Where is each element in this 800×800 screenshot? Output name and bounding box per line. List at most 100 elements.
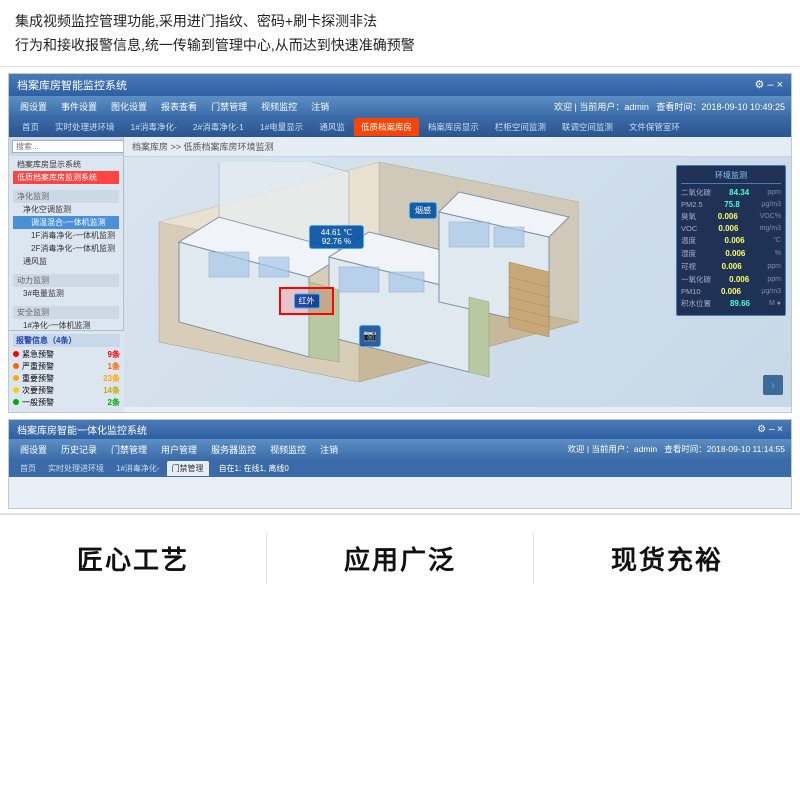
- sys2-tab-home[interactable]: 首页: [15, 461, 41, 476]
- nav-events[interactable]: 事件设置: [56, 98, 102, 115]
- minor-dot: [13, 387, 19, 393]
- bubble-humidity: 92.76 %: [315, 237, 358, 246]
- intro-line2: 行为和接收报警信息,统一传输到管理中心,从而达到快速准确预警: [15, 34, 785, 58]
- env-water-unit: M ●: [769, 300, 781, 307]
- env-panel-title: 环境监测: [681, 170, 781, 184]
- sys2-title: 档案库房智能一体化监控系统: [17, 422, 147, 437]
- alarm-row-critical: 紧急预警 9条: [13, 349, 120, 360]
- env-co-unit: ppm: [767, 276, 781, 283]
- sidebar-item-power3[interactable]: 3#电量监测: [13, 287, 119, 300]
- env-row-humidity: 湿度 0.006 %: [681, 248, 781, 259]
- sidebar-item-vent[interactable]: 通风监: [13, 255, 119, 268]
- alarm-important-count: 23条: [103, 373, 120, 384]
- nav-visual[interactable]: 图化设置: [106, 98, 152, 115]
- left-sidebar: 档案库房显示系统 低质档案库房监测系统 净化监测 净化空调监测 调温混合-一体机…: [9, 137, 124, 407]
- next-chevron[interactable]: ›: [763, 375, 783, 395]
- sidebar-item-lowq[interactable]: 低质档案库房监测系统: [13, 171, 119, 184]
- env-ozone-value: 0.006: [718, 212, 738, 221]
- brand-text-2: 应用广泛: [344, 540, 456, 577]
- tab-purify2[interactable]: 2#消毒净化-1: [186, 118, 251, 136]
- search-input[interactable]: [12, 140, 124, 153]
- nav2-users[interactable]: 用户管理: [156, 441, 202, 458]
- tab-realtime[interactable]: 实时处理进环境: [48, 118, 122, 136]
- alarm-row-general: 一般预警 2条: [13, 397, 120, 407]
- nav2-door[interactable]: 门禁管理: [106, 441, 152, 458]
- nav2-logout[interactable]: 注销: [315, 441, 343, 458]
- brand-item-instock: 现货充裕: [534, 540, 800, 577]
- env-temp-value: 0.006: [725, 236, 745, 245]
- critical-dot: [13, 351, 19, 357]
- gear-icon[interactable]: ⚙: [754, 79, 764, 91]
- main-content-area: 档案库房显示系统 低质档案库房监测系统 净化监测 净化空调监测 调温混合-一体机…: [9, 137, 791, 407]
- env-pm25-unit: μg/m3: [761, 201, 781, 208]
- minus-icon-2[interactable]: –: [769, 424, 777, 435]
- env-row-ozone: 臭氧 0.006 VOC%: [681, 211, 781, 222]
- screenshot-1: 档案库房智能监控系统 ⚙ – × 阁设置 事件设置 图化设置 报表查看 门禁管理…: [8, 73, 792, 413]
- alarm-section: 报警信息（4条） 紧急预警 9条 严重预警 1条 重要预警 23条: [9, 330, 124, 407]
- nav-logout[interactable]: 注销: [306, 98, 334, 115]
- tab-vent[interactable]: 通风监: [312, 118, 352, 136]
- nav2-server[interactable]: 服务器监控: [206, 441, 261, 458]
- env-voc-label: VOC: [681, 224, 697, 233]
- sidebar-section-power: 动力监测 3#电量监测: [9, 270, 123, 302]
- bubble-smoke: 烟感: [409, 202, 437, 219]
- tab-shelf[interactable]: 栏柜空间监测: [488, 118, 553, 136]
- sidebar-item-mix[interactable]: 调温混合-一体机监测: [13, 216, 119, 229]
- nav-video[interactable]: 视频监控: [256, 98, 302, 115]
- tab-home[interactable]: 首页: [15, 118, 46, 136]
- env-co-label: 一氧化碳: [681, 274, 711, 285]
- alarm-severe-count: 1条: [108, 361, 120, 372]
- tab-display[interactable]: 档案库房显示: [421, 118, 486, 136]
- brand-item-craftsmanship: 匠心工艺: [0, 540, 266, 577]
- sys2-tab-realtime[interactable]: 实时处理进环境: [43, 461, 109, 476]
- tab-file[interactable]: 文件保管室环: [622, 118, 687, 136]
- env-row-voc: VOC 0.006 mg/m3: [681, 224, 781, 233]
- sidebar-item-2f[interactable]: 2F消毒净化-一体机监测: [13, 242, 119, 255]
- nav2-history[interactable]: 历史记录: [56, 441, 102, 458]
- nav-report[interactable]: 报表查看: [156, 98, 202, 115]
- brand-section: 匠心工艺 应用广泛 现货充裕: [0, 513, 800, 603]
- nav-door[interactable]: 门禁管理: [206, 98, 252, 115]
- nav2-settings[interactable]: 阁设置: [15, 441, 52, 458]
- env-co-value: 0.006: [729, 275, 749, 284]
- env-pm10-value: 0.006: [721, 287, 741, 296]
- sidebar-item-1f[interactable]: 1F消毒净化-一体机监测: [13, 229, 119, 242]
- right-content: 档案库房 >> 低质档案库房环境监测: [124, 137, 791, 407]
- sidebar-section-purify: 净化监测 净化空调监测 调温混合-一体机监测 1F消毒净化-一体机监测 2F消毒…: [9, 186, 123, 270]
- sidebar-title-power: 动力监测: [13, 274, 119, 287]
- tab-lowquality[interactable]: 低质档案库房: [354, 118, 419, 136]
- minus-icon[interactable]: –: [767, 79, 776, 91]
- close-icon-2[interactable]: ×: [777, 424, 783, 435]
- sys2-tab-door[interactable]: 门禁管理: [167, 461, 209, 476]
- env-pm25-value: 75.8: [724, 200, 740, 209]
- gear-icon-2[interactable]: ⚙: [757, 424, 766, 435]
- tab-purify1[interactable]: 1#消毒净化-: [124, 118, 184, 136]
- env-row-visible: 可视 0.006 ppm: [681, 261, 781, 272]
- env-pm25-label: PM2.5: [681, 200, 703, 209]
- tab-union[interactable]: 联调空间监测: [555, 118, 620, 136]
- env-vis-unit: ppm: [767, 263, 781, 270]
- sidebar-title-security: 安全监测: [13, 306, 119, 319]
- sidebar-item-display-system[interactable]: 档案库房显示系统: [13, 158, 119, 171]
- sys1-controls: ⚙ – ×: [754, 78, 783, 91]
- alarm-row-important: 重要预警 23条: [13, 373, 120, 384]
- env-ozone-label: 臭氧: [681, 211, 696, 222]
- bubble-temp: 44.61 ℃: [315, 228, 358, 237]
- general-dot: [13, 399, 19, 405]
- nav2-video[interactable]: 视频监控: [265, 441, 311, 458]
- sys1-topnav: 阁设置 事件设置 图化设置 报表查看 门禁管理 视频监控 注销 欢迎 | 当前用…: [9, 96, 791, 117]
- tab-power[interactable]: 1#电量显示: [253, 118, 310, 136]
- brand-text-1: 匠心工艺: [77, 540, 189, 577]
- alarm-minor-label: 次要预警: [22, 385, 54, 396]
- breadcrumb: 档案库房 >> 低质档案库房环境监测: [124, 137, 791, 157]
- sys2-titlebar: 档案库房智能一体化监控系统 ⚙ – ×: [9, 420, 791, 439]
- nav-settings[interactable]: 阁设置: [15, 98, 52, 115]
- env-co2-unit: ppm: [767, 189, 781, 196]
- env-vis-label: 可视: [681, 261, 696, 272]
- env-row-pm25: PM2.5 75.8 μg/m3: [681, 200, 781, 209]
- alarm-critical-count: 9条: [108, 349, 120, 360]
- close-icon[interactable]: ×: [777, 79, 783, 91]
- sys2-tab-purify[interactable]: 1#消毒净化-: [111, 461, 165, 476]
- sidebar-item-ac[interactable]: 净化空调监测: [13, 203, 119, 216]
- alarm-critical-label: 紧急预警: [22, 349, 54, 360]
